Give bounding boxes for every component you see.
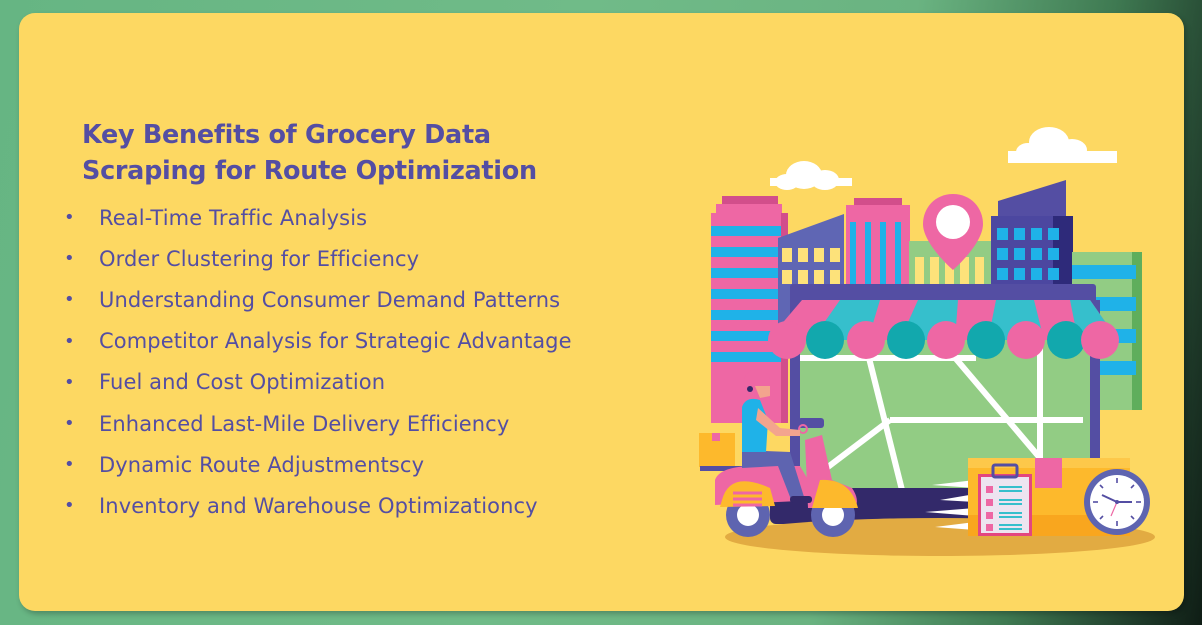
list-item: • Inventory and Warehouse Optimizationcy bbox=[60, 485, 572, 526]
bullet-icon: • bbox=[64, 330, 75, 352]
list-item: • Dynamic Route Adjustmentscy bbox=[60, 444, 572, 485]
benefit-label: Dynamic Route Adjustmentscy bbox=[99, 452, 425, 477]
building-icon bbox=[846, 198, 910, 295]
clipboard-icon bbox=[978, 463, 1032, 536]
list-item: • Order Clustering for Efficiency bbox=[60, 238, 572, 279]
list-item: • Understanding Consumer Demand Patterns bbox=[60, 279, 572, 320]
bullet-icon: • bbox=[64, 495, 75, 517]
benefits-list: • Real-Time Traffic Analysis • Order Clust… bbox=[60, 197, 572, 527]
page-title: Key Benefits of Grocery Data Scraping fo… bbox=[82, 117, 537, 189]
bullet-icon: • bbox=[64, 371, 75, 393]
list-item: • Enhanced Last-Mile Delivery Efficiency bbox=[60, 403, 572, 444]
awning bbox=[768, 300, 1119, 359]
benefit-label: Inventory and Warehouse Optimizationcy bbox=[99, 493, 538, 518]
clock-icon bbox=[1084, 469, 1150, 535]
benefit-label: Understanding Consumer Demand Patterns bbox=[99, 287, 561, 312]
cloud-icon bbox=[770, 161, 852, 190]
list-item: • Competitor Analysis for Strategic Advan… bbox=[60, 321, 572, 362]
delivery-illustration bbox=[699, 127, 1155, 556]
bullet-icon: • bbox=[64, 454, 75, 476]
cloud-icon bbox=[1008, 127, 1117, 163]
bullet-icon: • bbox=[64, 413, 75, 435]
bullet-icon: • bbox=[64, 248, 75, 270]
benefit-label: Enhanced Last-Mile Delivery Efficiency bbox=[99, 411, 510, 436]
benefit-label: Order Clustering for Efficiency bbox=[99, 246, 420, 271]
benefit-label: Real-Time Traffic Analysis bbox=[99, 205, 368, 230]
title-line-1: Key Benefits of Grocery Data bbox=[82, 120, 491, 150]
title-line-2: Scraping for Route Optimization bbox=[82, 156, 537, 186]
list-item: • Real-Time Traffic Analysis bbox=[60, 197, 572, 238]
bullet-icon: • bbox=[64, 289, 75, 311]
building-icon bbox=[991, 180, 1073, 291]
benefit-label: Competitor Analysis for Strategic Advant… bbox=[99, 329, 572, 354]
benefit-label: Fuel and Cost Optimization bbox=[99, 370, 386, 395]
list-item: • Fuel and Cost Optimization bbox=[60, 362, 572, 403]
bullet-icon: • bbox=[64, 207, 75, 229]
